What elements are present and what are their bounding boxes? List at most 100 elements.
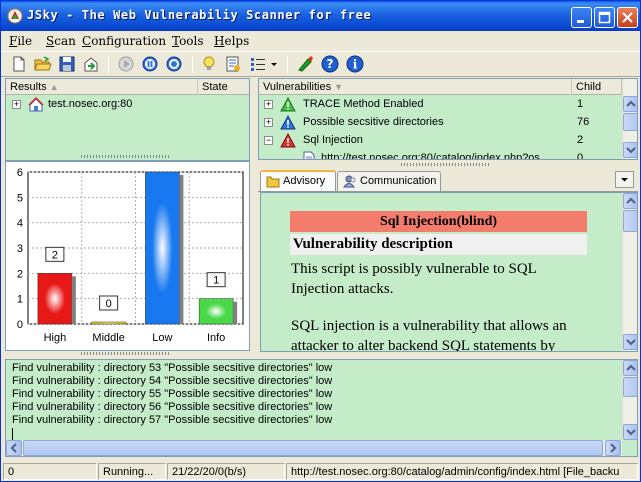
advisory-scrollbar[interactable]: [622, 193, 637, 351]
report-icon[interactable]: [224, 55, 242, 73]
scroll-up-button[interactable]: [623, 193, 637, 209]
log-vertical-scrollbar[interactable]: [622, 360, 637, 440]
tab-menu-button[interactable]: [615, 171, 634, 188]
vulnerability-child-row[interactable]: http://test.nosec.org:80/catalog/index.p…: [259, 150, 622, 159]
close-button[interactable]: [617, 7, 638, 28]
save-icon[interactable]: [58, 55, 76, 73]
log-panel: Find vulnerability : directory 53 "Possi…: [5, 359, 638, 457]
status-bar: 0 Running... 21/22/20/0(b/s) http://test…: [1, 461, 640, 481]
scroll-up-button[interactable]: [623, 360, 637, 376]
vulnerability-row[interactable]: + Possible secsitive directories 76: [259, 114, 622, 132]
scroll-thumb[interactable]: [623, 113, 637, 131]
help-icon[interactable]: ?: [321, 55, 339, 73]
collapse-toggle[interactable]: −: [264, 136, 273, 145]
column-header-results[interactable]: Results ▲: [6, 79, 198, 95]
horizontal-splitter[interactable]: [81, 155, 171, 158]
title-bar[interactable]: JSky - The Web Vulnerabiliy Scanner for …: [1, 1, 640, 31]
log-horizontal-scrollbar[interactable]: [6, 440, 622, 456]
text-cursor: [12, 428, 13, 440]
scroll-down-button[interactable]: [623, 334, 637, 350]
menu-scan[interactable]: Scan: [46, 34, 76, 48]
pen-tool-icon[interactable]: [296, 55, 314, 73]
expand-toggle[interactable]: +: [264, 100, 273, 109]
host-icon: [28, 97, 44, 112]
scroll-thumb[interactable]: [623, 377, 637, 397]
column-header-child[interactable]: Child: [572, 79, 622, 95]
x-tick-label: Middle: [92, 332, 124, 344]
x-tick-label: Info: [207, 332, 225, 344]
y-tick-label: 1: [17, 294, 23, 306]
scroll-down-button[interactable]: [623, 142, 637, 158]
pause-scan-icon[interactable]: [141, 55, 159, 73]
chevron-down-icon[interactable]: [269, 55, 279, 73]
vulnerabilities-scrollbar[interactable]: [622, 79, 637, 159]
menu-configuration[interactable]: Configuration: [82, 34, 166, 48]
bar-low: [145, 171, 180, 325]
log-entry: Find vulnerability : directory 54 "Possi…: [12, 375, 333, 387]
bar-middle: [91, 321, 126, 325]
horizontal-scroll-thumb[interactable]: [23, 440, 603, 456]
y-tick-label: 6: [17, 167, 23, 179]
scroll-left-button[interactable]: [6, 440, 22, 456]
bar-shadow: [233, 301, 238, 324]
list-view-icon[interactable]: [249, 55, 267, 73]
chevron-down-icon: [626, 339, 636, 346]
app-window: JSky - The Web Vulnerabiliy Scanner for …: [0, 0, 641, 482]
child-count: 1: [577, 98, 584, 110]
advisory-title: Sql Injection(blind): [290, 211, 587, 232]
menu-helps[interactable]: Helps: [214, 34, 249, 48]
horizontal-splitter[interactable]: [401, 163, 491, 166]
child-count: 76: [577, 116, 590, 128]
vulnerabilities-header: Vulnerabilities ▼ Child: [259, 79, 622, 95]
vulnerability-row[interactable]: − Sql Injection 2: [259, 132, 622, 150]
results-tree-panel: Results ▲ State + test.nosec.org:80: [5, 78, 250, 161]
column-header-state[interactable]: State: [198, 79, 249, 95]
bar-high: [37, 273, 73, 325]
stop-scan-icon[interactable]: [165, 55, 183, 73]
y-tick-label: 0: [17, 319, 23, 331]
data-label: 0: [106, 298, 112, 310]
tab-advisory[interactable]: Advisory: [260, 170, 336, 191]
advisory-description-detail: SQL injection is a vulnerability that al…: [291, 318, 567, 352]
sort-desc-icon: ▼: [334, 82, 344, 92]
menu-bar: File Scan Configuration Tools Helps: [1, 31, 640, 51]
status-rate: 21/22/20/0(b/s): [167, 463, 285, 480]
open-folder-icon[interactable]: [34, 55, 52, 73]
vulnerability-row[interactable]: + TRACE Method Enabled 1: [259, 96, 622, 114]
page-icon: [303, 151, 315, 159]
export-icon[interactable]: [82, 55, 100, 73]
toolbar-separator: [108, 56, 109, 73]
advisory-panel: Sql Injection(blind) Vulnerability descr…: [260, 192, 638, 352]
horizontal-splitter[interactable]: [81, 352, 171, 355]
expand-toggle[interactable]: +: [12, 100, 21, 109]
start-scan-icon[interactable]: [117, 55, 135, 73]
bar-shadow: [179, 175, 184, 324]
minimize-button[interactable]: [571, 7, 592, 28]
scroll-right-button[interactable]: [605, 440, 621, 456]
column-header-vulnerabilities[interactable]: Vulnerabilities ▼: [259, 79, 572, 95]
host-label: test.nosec.org:80: [48, 98, 133, 110]
scroll-up-button[interactable]: [623, 96, 637, 112]
x-tick-label: High: [44, 332, 67, 344]
info-icon[interactable]: i: [346, 55, 364, 73]
tab-communication[interactable]: Communication: [337, 171, 441, 191]
vulnerability-label: Sql Injection: [303, 134, 363, 146]
maximize-button[interactable]: [594, 7, 615, 28]
menu-tools[interactable]: Tools: [172, 34, 204, 48]
scroll-down-button[interactable]: [623, 424, 637, 440]
toolbar: ? i: [1, 51, 640, 77]
new-file-icon[interactable]: [10, 55, 28, 73]
vulnerability-label: Possible secsitive directories: [303, 116, 444, 128]
chevron-up-icon: [626, 364, 636, 371]
data-label: 1: [213, 275, 219, 287]
tree-row[interactable]: + test.nosec.org:80: [6, 96, 249, 114]
lightbulb-icon[interactable]: [200, 55, 218, 73]
vertical-splitter[interactable]: [252, 78, 256, 353]
expand-toggle[interactable]: +: [264, 118, 273, 127]
info-blue-icon: [280, 115, 296, 130]
scroll-thumb[interactable]: [623, 210, 637, 232]
sort-asc-icon: ▲: [49, 82, 59, 92]
menu-file[interactable]: File: [9, 34, 32, 48]
window-title: JSky - The Web Vulnerabiliy Scanner for …: [27, 8, 372, 22]
chevron-down-icon: [621, 178, 628, 182]
